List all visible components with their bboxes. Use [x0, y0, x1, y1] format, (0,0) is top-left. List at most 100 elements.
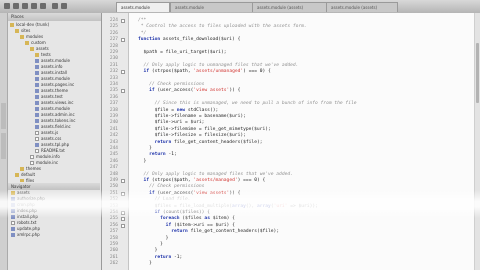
line-number: 224 — [109, 18, 118, 23]
php-icon — [35, 77, 39, 81]
tree-item-label: assets.theme — [41, 88, 68, 93]
side-tab-files[interactable] — [1, 133, 6, 159]
code-line[interactable]: // Load file. — [138, 197, 191, 202]
code-line[interactable]: /** — [138, 18, 146, 23]
code-line[interactable]: $file = new stdClass(); — [138, 108, 219, 113]
tree-item-label: sites — [21, 28, 31, 33]
code-line[interactable]: // Check permissions — [138, 82, 204, 87]
code-line[interactable]: if (strpos($path, 'assets/managed') === … — [138, 178, 266, 183]
code-line[interactable]: } — [138, 242, 163, 247]
code-line[interactable]: function assets_file_download($uri) { — [138, 37, 240, 42]
undo-icon[interactable] — [31, 3, 37, 9]
code-line[interactable]: $file->uri = $uri; — [138, 120, 205, 125]
php-icon — [11, 197, 15, 201]
tab-editor-2[interactable]: assets.module — [170, 2, 260, 12]
code-line[interactable]: // Check permissions — [138, 184, 204, 189]
code-line[interactable]: // Only apply logic to unmanaged files t… — [138, 63, 299, 68]
code-line[interactable]: return -1; — [138, 152, 177, 157]
tree-item-label: README.txt — [41, 148, 65, 153]
tree-item[interactable]: files — [8, 178, 100, 182]
code-line[interactable]: $file->filename = basename($uri); — [138, 114, 246, 119]
code-line[interactable]: return -1; — [138, 255, 183, 260]
code-line[interactable]: // Only apply logic to managed files tha… — [138, 172, 293, 177]
tree-item-label: assets.tpl.php — [41, 142, 70, 147]
line-number: 258 — [109, 235, 118, 241]
code-line[interactable]: * Control the access to files uploaded w… — [138, 24, 307, 29]
code-line[interactable]: } — [138, 159, 147, 164]
code-line[interactable]: return file_get_content_headers($file); — [138, 229, 279, 234]
line-number: 236 — [109, 94, 118, 100]
open-folder-icon[interactable] — [13, 3, 19, 9]
file-icon — [30, 155, 34, 159]
php-icon — [35, 71, 39, 75]
navigator-item[interactable]: xmlrpc.php — [8, 232, 100, 238]
code-line[interactable]: if (strpos($path, 'assets/unmanaged') ==… — [138, 69, 271, 74]
line-number: 230 — [109, 56, 118, 62]
tab-editor-3[interactable]: assets.module (assets) — [252, 2, 332, 12]
line-number: 243 — [109, 139, 118, 145]
line-number-gutter: 224 225 226 227 228 229 230 231 232 233 234 235 236 2… — [102, 13, 129, 270]
code-line[interactable]: $file->filesize = filesize($uri); — [138, 133, 246, 138]
php-icon — [11, 233, 15, 237]
php-icon — [35, 83, 39, 87]
navigator-item-label: index.php — [17, 208, 37, 213]
scrollbar-thumb[interactable] — [476, 43, 479, 103]
navigator-title: Navigator — [8, 183, 100, 190]
code-line[interactable]: if (count($files)) { — [138, 210, 210, 215]
folder-icon — [20, 167, 24, 171]
line-number: 232 — [109, 69, 118, 75]
debug-icon[interactable] — [61, 3, 67, 9]
side-tab-projects[interactable] — [1, 103, 6, 129]
code-line[interactable]: $path = file_uri_target($uri); — [138, 50, 227, 55]
fold-toggle-icon[interactable] — [121, 179, 125, 183]
line-number: 237 — [109, 101, 118, 107]
fold-toggle-icon[interactable] — [121, 217, 125, 222]
file-icon — [35, 131, 39, 135]
tree-item-label: assets.admin.inc — [41, 112, 75, 117]
code-editor[interactable]: 224 225 226 227 228 229 230 231 232 233 234 235 236 2… — [102, 13, 480, 270]
tab-editor-1[interactable]: assets.module — [116, 2, 170, 12]
fold-toggle-icon[interactable] — [121, 19, 125, 23]
tab-editor-4[interactable]: assets.module (assets) — [326, 2, 398, 12]
code-line[interactable]: } — [138, 261, 152, 266]
code-line[interactable]: return file_get_content_headers($file); — [138, 140, 263, 145]
navigator-list: assets authorize.php cron.php index.php inst… — [8, 190, 100, 238]
code-line[interactable]: // Since this is unmanaged, we need to p… — [138, 101, 357, 106]
line-number: 225 — [109, 24, 118, 30]
code-line[interactable]: foreach ($files as $item) { — [138, 216, 235, 221]
fold-toggle-icon[interactable] — [121, 70, 125, 75]
line-number: 234 — [109, 82, 118, 87]
code-line[interactable]: } — [138, 146, 152, 151]
code-line[interactable]: if (user_access('view assets')) { — [138, 88, 240, 93]
code-line[interactable]: if ($item->uri == $uri) { — [138, 223, 235, 228]
fold-toggle-icon[interactable] — [121, 211, 125, 215]
tree-item-label: default — [21, 172, 36, 177]
save-icon[interactable] — [22, 3, 28, 9]
fold-toggle-icon[interactable] — [121, 223, 125, 228]
php-icon — [11, 203, 15, 207]
navigator-item-label: install.php — [17, 214, 38, 219]
run-icon[interactable] — [52, 3, 58, 9]
line-number: 252 — [109, 197, 118, 203]
php-icon — [35, 89, 39, 93]
fold-toggle-icon[interactable] — [121, 191, 125, 196]
code-line[interactable]: */ — [138, 31, 147, 36]
tree-item-label: assets.pages.inc — [41, 82, 75, 87]
line-number: 251 — [109, 190, 118, 196]
tree-item-label: assets.module — [41, 106, 70, 111]
line-number: 256 — [109, 222, 118, 228]
line-number: 229 — [109, 50, 118, 55]
php-icon — [35, 107, 39, 111]
code-line[interactable]: if (user_access('view assets')) { — [138, 191, 240, 196]
fold-toggle-icon[interactable] — [121, 89, 125, 94]
fold-toggle-icon[interactable] — [121, 38, 125, 43]
code-line[interactable]: $file->filemime = file_get_mimetype($uri… — [138, 127, 271, 132]
code-line[interactable]: $files = file_load_multiple(array(), arr… — [138, 204, 318, 209]
line-number: 257 — [109, 229, 118, 235]
line-number: 249 — [109, 178, 118, 183]
code-line[interactable]: } — [138, 236, 169, 241]
new-file-icon[interactable] — [4, 3, 10, 9]
code-line[interactable]: } — [138, 248, 158, 253]
editor-scrollbar[interactable] — [474, 13, 480, 270]
redo-icon[interactable] — [40, 3, 46, 9]
